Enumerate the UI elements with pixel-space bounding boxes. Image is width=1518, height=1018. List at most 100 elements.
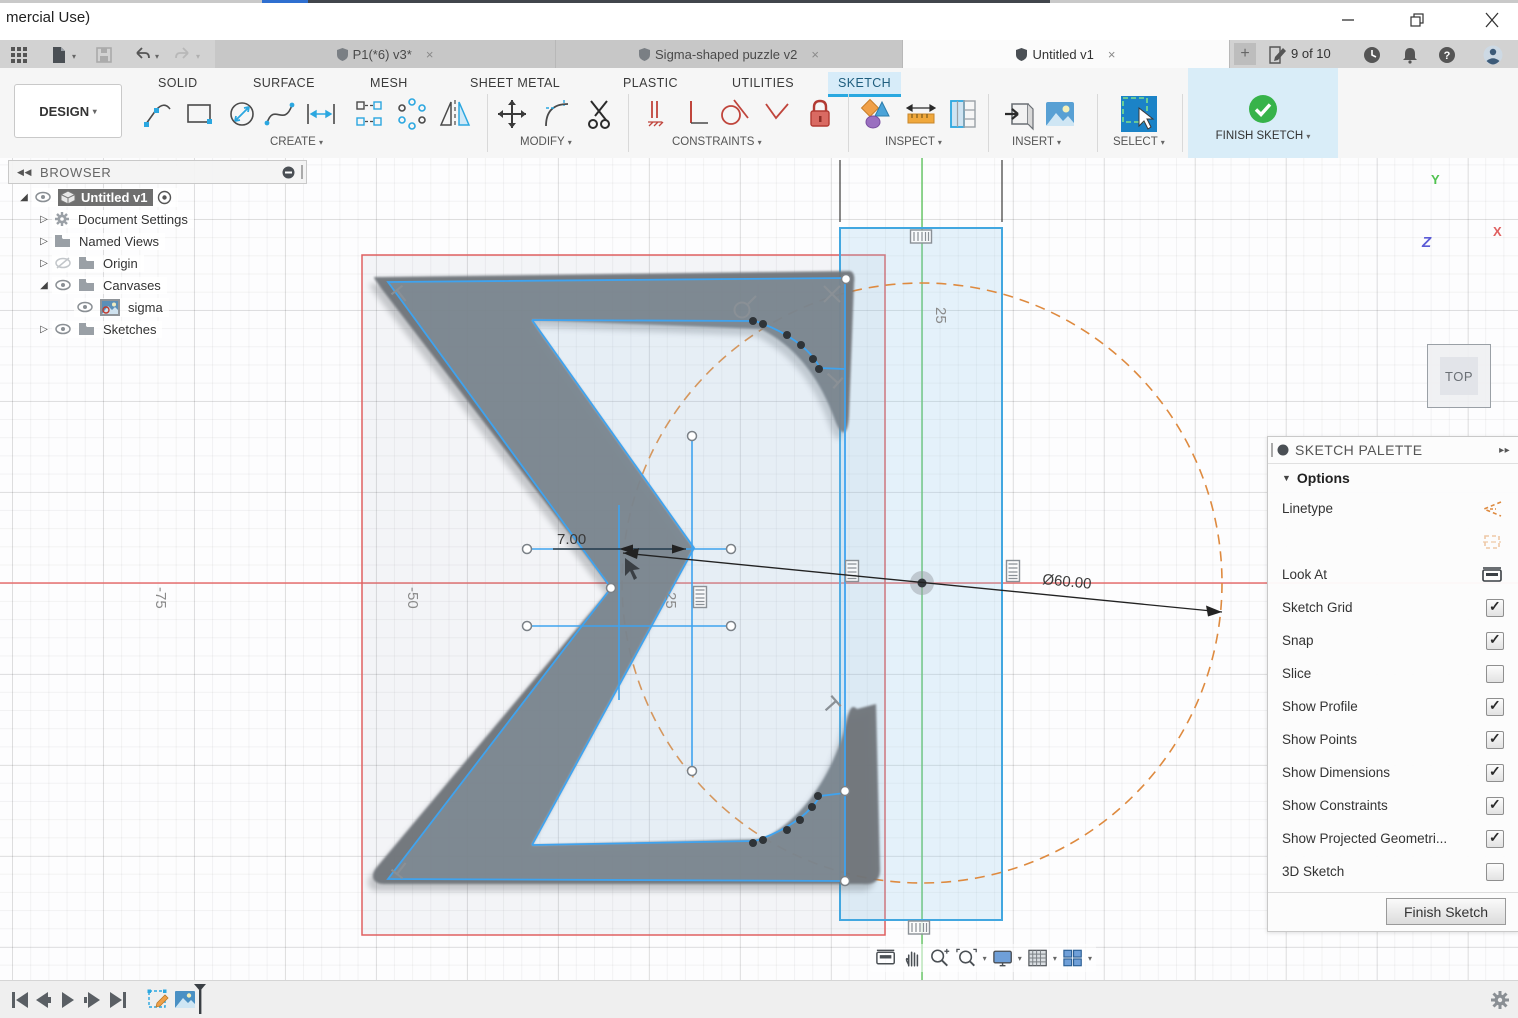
- ribbon-tab-utilities[interactable]: UTILITIES: [722, 72, 804, 94]
- orbit-icon[interactable]: [874, 947, 897, 969]
- vertical-constraint-icon[interactable]: [678, 96, 714, 132]
- help-icon[interactable]: ?: [1436, 45, 1458, 65]
- timeline-sketch-feature[interactable]: [145, 987, 171, 1013]
- viewports-icon[interactable]: [1061, 947, 1084, 969]
- notifications-bell-icon[interactable]: [1399, 45, 1421, 65]
- restore-button[interactable]: [1407, 10, 1429, 30]
- user-avatar[interactable]: [1480, 45, 1506, 65]
- circle-tool-icon[interactable]: [224, 96, 260, 132]
- palette-hide-icon[interactable]: [1277, 444, 1289, 456]
- tab-close-icon[interactable]: ×: [1108, 47, 1116, 62]
- browser-hide-icon[interactable]: [282, 166, 295, 179]
- line-tool-icon[interactable]: [140, 96, 176, 132]
- snap-checkbox[interactable]: [1486, 632, 1504, 650]
- ribbon-tab-sheet-metal[interactable]: SHEET METAL: [460, 72, 570, 94]
- expand-icon[interactable]: ◢: [16, 192, 32, 203]
- activate-radio-icon[interactable]: [157, 190, 172, 205]
- browser-resize-grip[interactable]: [301, 165, 303, 179]
- visibility-eye-icon[interactable]: [76, 300, 94, 314]
- tree-item-named-views[interactable]: ▷ Named Views: [8, 230, 194, 252]
- timeline-settings-gear-icon[interactable]: [1489, 989, 1511, 1011]
- modify-group-dropdown[interactable]: MODIFY ▾: [520, 136, 572, 148]
- pan-hand-icon[interactable]: [901, 947, 924, 969]
- save-icon[interactable]: [93, 45, 115, 65]
- tree-item-document-settings[interactable]: ▷ Document Settings: [8, 208, 194, 230]
- redo-caret[interactable]: ▾: [196, 52, 200, 61]
- rectangular-pattern-icon[interactable]: [352, 96, 388, 132]
- timeline-playhead[interactable]: [192, 983, 208, 1015]
- visibility-eye-icon[interactable]: [34, 190, 52, 204]
- 3d-sketch-checkbox[interactable]: [1486, 863, 1504, 881]
- sketch-dimension-icon[interactable]: [303, 96, 339, 132]
- ribbon-tab-mesh[interactable]: MESH: [360, 72, 418, 94]
- viewports-caret[interactable]: ▾: [1088, 954, 1092, 963]
- midpoint-constraint-icon[interactable]: [638, 96, 674, 132]
- show-projected-checkbox[interactable]: [1486, 830, 1504, 848]
- fit-caret[interactable]: ▾: [983, 954, 987, 963]
- document-tab-active[interactable]: Untitled v1 ×: [903, 40, 1230, 68]
- spline-tool-icon[interactable]: [262, 96, 298, 132]
- select-group-dropdown[interactable]: SELECT ▾: [1113, 136, 1165, 148]
- expand-icon[interactable]: ▷: [36, 258, 52, 269]
- tangent-constraint-icon[interactable]: [716, 96, 752, 132]
- expand-icon[interactable]: ▷: [36, 324, 52, 335]
- grid-settings-icon[interactable]: [1026, 947, 1049, 969]
- tab-close-icon[interactable]: ×: [426, 47, 434, 62]
- new-tab-button[interactable]: +: [1234, 43, 1256, 65]
- rectangle-tool-icon[interactable]: [182, 96, 218, 132]
- show-profile-checkbox[interactable]: [1486, 698, 1504, 716]
- undo-caret[interactable]: ▾: [155, 52, 159, 61]
- finish-sketch-palette-button[interactable]: Finish Sketch: [1386, 898, 1506, 925]
- palette-resize-grip[interactable]: [1271, 443, 1273, 457]
- sketch-grid-checkbox[interactable]: [1486, 599, 1504, 617]
- file-menu-icon[interactable]: [48, 45, 70, 65]
- viewcube[interactable]: TOP: [1427, 344, 1491, 408]
- visibility-off-eye-icon[interactable]: [54, 256, 72, 270]
- tree-item-origin[interactable]: ▷ Origin: [8, 252, 194, 274]
- app-grid-icon[interactable]: [8, 45, 30, 65]
- mirror-tool-icon[interactable]: [437, 96, 473, 132]
- workspace-selector[interactable]: DESIGN ▾: [14, 84, 122, 138]
- palette-options-section[interactable]: ▼ Options: [1268, 464, 1518, 492]
- section-analysis-icon[interactable]: [944, 96, 980, 132]
- show-dimensions-checkbox[interactable]: [1486, 764, 1504, 782]
- tree-item-canvases[interactable]: ◢ Canvases: [8, 274, 194, 296]
- move-tool-icon[interactable]: [494, 96, 530, 132]
- document-tab-1[interactable]: P1(*6) v3* ×: [215, 40, 556, 68]
- angle-constraint-icon[interactable]: [758, 96, 794, 132]
- close-button[interactable]: [1481, 10, 1503, 30]
- ribbon-tab-sketch[interactable]: SKETCH: [828, 72, 901, 97]
- visibility-eye-icon[interactable]: [54, 278, 72, 292]
- expand-icon[interactable]: ▷: [36, 236, 52, 247]
- viewcube-face-top[interactable]: TOP: [1440, 357, 1478, 395]
- job-status-text[interactable]: 9 of 10: [1291, 46, 1331, 61]
- tree-item-document[interactable]: ◢ Untitled v1: [8, 186, 194, 208]
- inspect-group-dropdown[interactable]: INSPECT ▾: [885, 136, 942, 148]
- finish-sketch-button[interactable]: FINISH SKETCH ▾: [1188, 68, 1338, 158]
- display-caret[interactable]: ▾: [1018, 954, 1022, 963]
- minimize-button[interactable]: [1337, 10, 1359, 30]
- undo-icon[interactable]: [131, 45, 153, 65]
- ribbon-tab-surface[interactable]: SURFACE: [243, 72, 325, 94]
- ribbon-tab-plastic[interactable]: PLASTIC: [613, 72, 688, 94]
- zoom-icon[interactable]: [928, 947, 951, 969]
- fillet-tool-icon[interactable]: [540, 96, 576, 132]
- select-tool-icon[interactable]: [1117, 92, 1161, 136]
- expand-icon[interactable]: ▷: [36, 214, 52, 225]
- constraints-group-dropdown[interactable]: CONSTRAINTS ▾: [672, 136, 762, 148]
- visibility-eye-icon[interactable]: [54, 322, 72, 336]
- circular-pattern-icon[interactable]: [394, 96, 430, 132]
- linetype-icon[interactable]: [1480, 499, 1504, 519]
- show-constraints-checkbox[interactable]: [1486, 797, 1504, 815]
- redo-icon[interactable]: [172, 45, 194, 65]
- construction-mode-icon[interactable]: [1480, 532, 1504, 552]
- browser-collapse-icon[interactable]: ◀◀: [17, 167, 32, 178]
- measure-tool-icon[interactable]: [858, 96, 894, 132]
- browser-panel-header[interactable]: ◀◀ BROWSER: [8, 160, 307, 184]
- grid-caret[interactable]: ▾: [1053, 954, 1057, 963]
- create-group-dropdown[interactable]: CREATE ▾: [270, 136, 323, 148]
- tree-item-sketches[interactable]: ▷ Sketches: [8, 318, 194, 340]
- sketch-palette-header[interactable]: SKETCH PALETTE ▸▸: [1268, 437, 1518, 464]
- tree-item-sigma-canvas[interactable]: sigma: [8, 296, 194, 318]
- timeline-playback-controls[interactable]: [10, 989, 130, 1011]
